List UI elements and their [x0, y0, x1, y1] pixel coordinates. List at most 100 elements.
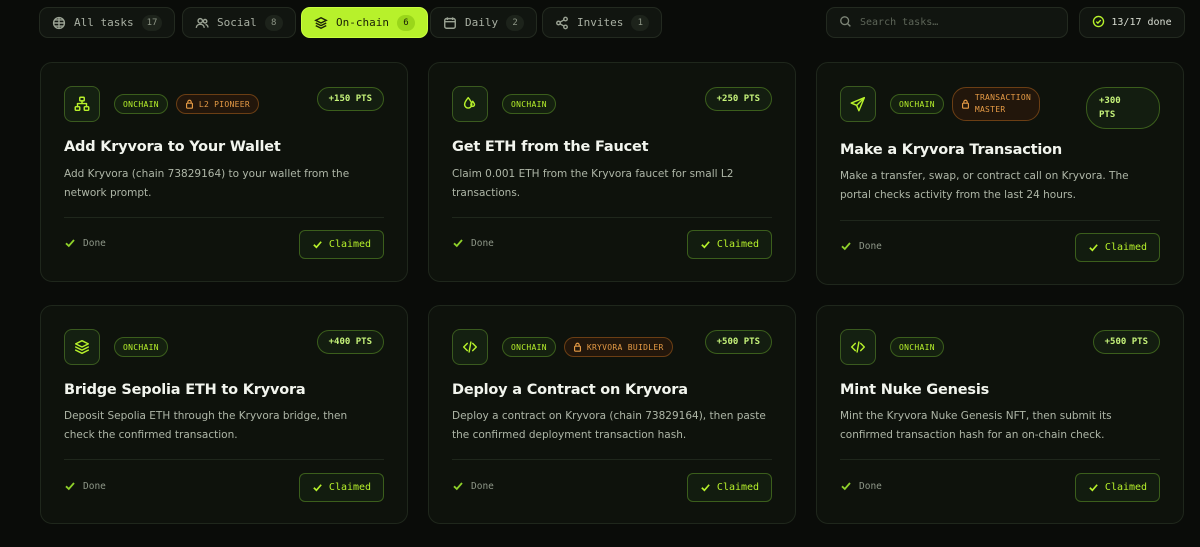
divider — [452, 459, 772, 460]
achievement-badge: TRANSACTION MASTER — [951, 87, 1041, 121]
status-label: Done — [859, 240, 882, 252]
tab-on-chain[interactable]: On-chain 6 — [301, 7, 428, 38]
badge-group: ONCHAIN — [114, 337, 168, 357]
task-card: ONCHAIN KRYVORA BUIDLER +500 PTS Deploy … — [428, 305, 796, 524]
task-title: Deploy a Contract on Kryvora — [452, 382, 688, 398]
users-icon — [195, 16, 209, 30]
tab-label: Invites — [577, 16, 624, 29]
tab-count: 6 — [396, 14, 415, 31]
task-description: Claim 0.001 ETH from the Kryvora faucet … — [452, 168, 734, 199]
tab-count: 8 — [264, 14, 283, 31]
category-badge: ONCHAIN — [502, 337, 556, 357]
status-label: Done — [471, 480, 494, 492]
points-badge: +150 PTS — [316, 87, 384, 111]
tab-invites[interactable]: Invites 1 — [542, 7, 663, 38]
claimed-label: Claimed — [716, 239, 760, 250]
points-badge: +300 PTS — [1086, 87, 1160, 129]
claimed-button[interactable]: Claimed — [299, 230, 384, 259]
check-icon — [453, 239, 463, 248]
code-icon — [840, 329, 876, 365]
tab-label: All tasks — [74, 16, 134, 29]
check-icon — [313, 241, 322, 249]
task-description: Add Kryvora (chain 73829164) to your wal… — [64, 168, 350, 199]
check-icon — [701, 241, 710, 249]
category-badge: ONCHAIN — [114, 94, 168, 114]
filter-bar: All tasks 17 Social 8 On-chain 6 Daily 2… — [0, 0, 1200, 46]
points-badge: +500 PTS — [1092, 330, 1160, 354]
achievement-label: KRYVORA BUIDLER — [586, 342, 664, 352]
task-title: Mint Nuke Genesis — [840, 382, 990, 398]
tab-label: Social — [217, 16, 257, 29]
progress-badge: 13/17 done — [1079, 7, 1185, 38]
tab-all-tasks[interactable]: All tasks 17 — [39, 7, 176, 38]
claimed-label: Claimed — [328, 239, 372, 250]
claimed-button[interactable]: Claimed — [687, 230, 772, 259]
share-icon — [555, 16, 569, 30]
status-label: Done — [83, 480, 106, 492]
category-badge: ONCHAIN — [890, 337, 944, 357]
task-description: Deploy a contract on Kryvora (chain 7382… — [452, 410, 766, 441]
task-title: Add Kryvora to Your Wallet — [64, 139, 281, 155]
faucet-icon — [452, 86, 488, 122]
task-status: Done — [452, 480, 494, 492]
task-description: Mint the Kryvora Nuke Genesis NFT, then … — [840, 410, 1112, 441]
points-badge: +400 PTS — [316, 330, 384, 354]
task-card: ONCHAIN +500 PTS Mint Nuke Genesis Mint … — [816, 305, 1184, 524]
claimed-label: Claimed — [1104, 482, 1148, 493]
layers-icon — [64, 329, 100, 365]
task-description: Deposit Sepolia ETH through the Kryvora … — [64, 410, 348, 441]
claimed-button[interactable]: Claimed — [299, 473, 384, 502]
check-icon — [1089, 484, 1098, 492]
divider — [64, 217, 384, 218]
divider — [452, 217, 772, 218]
badge-group: ONCHAIN — [890, 337, 944, 357]
divider — [840, 220, 1160, 221]
check-icon — [313, 484, 322, 492]
task-card: ONCHAIN TRANSACTION MASTER +300 PTS Make… — [816, 62, 1184, 285]
tab-daily[interactable]: Daily 2 — [430, 7, 538, 38]
claimed-label: Claimed — [328, 482, 372, 493]
task-status: Done — [840, 480, 882, 492]
claimed-label: Claimed — [716, 482, 760, 493]
layers-icon — [314, 16, 328, 30]
search-icon — [839, 13, 852, 32]
task-title: Get ETH from the Faucet — [452, 139, 649, 155]
claimed-button[interactable]: Claimed — [1075, 233, 1160, 262]
task-title: Bridge Sepolia ETH to Kryvora — [64, 382, 306, 398]
tab-label: On-chain — [336, 16, 389, 29]
claimed-button[interactable]: Claimed — [1075, 473, 1160, 502]
search-input[interactable] — [860, 17, 1050, 28]
tab-count: 2 — [506, 14, 525, 31]
check-icon — [65, 239, 75, 248]
achievement-badge: KRYVORA BUIDLER — [563, 337, 673, 357]
send-icon — [840, 86, 876, 122]
status-label: Done — [471, 237, 494, 249]
category-badge: ONCHAIN — [502, 94, 556, 114]
lock-icon — [573, 342, 581, 352]
check-icon — [65, 482, 75, 491]
calendar-icon — [443, 16, 457, 30]
status-label: Done — [859, 480, 882, 492]
achievement-badge: L2 PIONEER — [175, 94, 259, 114]
task-status: Done — [64, 480, 106, 492]
task-status: Done — [840, 240, 882, 252]
task-description: Make a transfer, swap, or contract call … — [840, 170, 1129, 201]
badge-group: ONCHAIN TRANSACTION MASTER — [890, 87, 1041, 121]
task-status: Done — [452, 237, 494, 249]
claimed-button[interactable]: Claimed — [687, 473, 772, 502]
lock-icon — [185, 99, 193, 109]
network-icon — [64, 86, 100, 122]
category-badge: ONCHAIN — [890, 94, 944, 114]
check-icon — [1089, 244, 1098, 252]
search-box[interactable] — [826, 7, 1068, 38]
badge-group: ONCHAIN L2 PIONEER — [114, 94, 259, 114]
check-icon — [841, 242, 851, 251]
grid-icon — [52, 16, 66, 30]
points-badge: +250 PTS — [704, 87, 772, 111]
achievement-label: L2 PIONEER — [198, 99, 250, 109]
task-card: ONCHAIN +400 PTS Bridge Sepolia ETH to K… — [40, 305, 408, 524]
points-badge: +500 PTS — [704, 330, 772, 354]
tab-social[interactable]: Social 8 — [182, 7, 296, 38]
check-circle-icon — [1092, 15, 1105, 31]
check-icon — [701, 484, 710, 492]
